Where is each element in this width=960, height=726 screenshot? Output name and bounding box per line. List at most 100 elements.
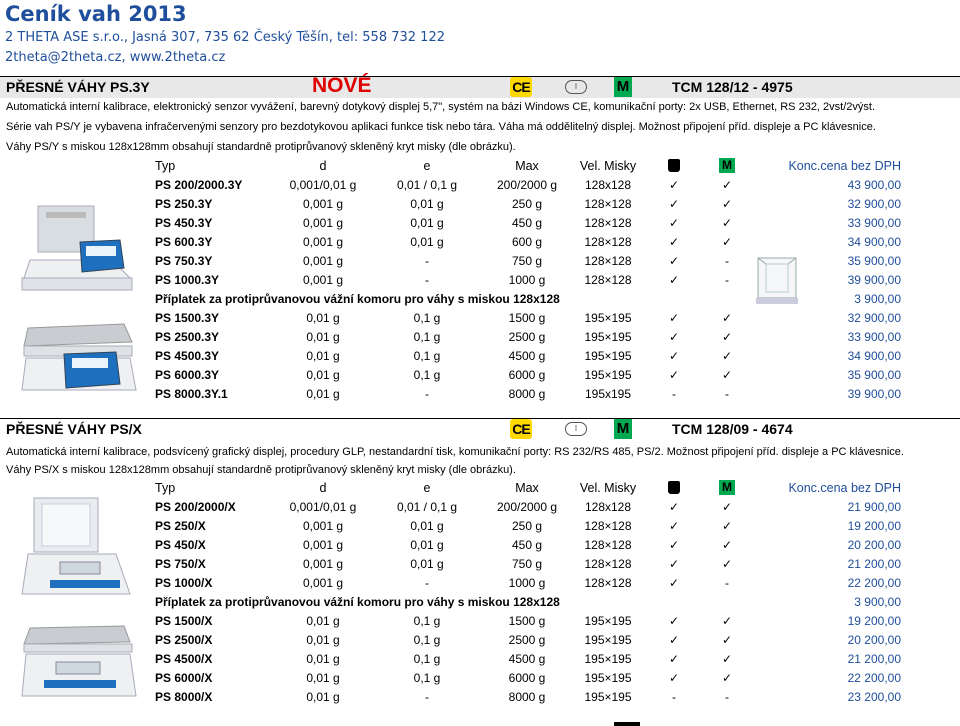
checkmark-icon: - — [672, 386, 676, 401]
cell-max: 1000 g — [508, 575, 546, 590]
cell-max: 4500 g — [508, 348, 546, 363]
surcharge-row: Příplatek za protiprůvanovou vážní komor… — [155, 289, 905, 308]
cell-vel-misky: 195×195 — [584, 367, 632, 382]
table-row: PS 250/X 0,001 g 0,01 g 250 g 128×128 ✓ ✓ 19 20… — [155, 516, 905, 535]
cell-vel-misky: 128×128 — [584, 272, 632, 287]
checkmark-icon: ✓ — [668, 253, 680, 268]
checkmark-icon: - — [672, 689, 676, 704]
table-row: PS 2500.3Y 0,01 g 0,1 g 2500 g 195×195 ✓ ✓ 33 9… — [155, 327, 905, 346]
cell-typ: PS 200/2000/X — [155, 499, 236, 514]
cell-d: 0,01 g — [306, 386, 340, 401]
cell-max: 6000 g — [508, 670, 546, 685]
cell-max: 8000 g — [508, 386, 546, 401]
cell-price: 21 200,00 — [847, 556, 901, 571]
cell-typ: PS 250/X — [155, 518, 206, 533]
cell-d: 0,001 g — [302, 537, 344, 552]
section-header-ps3y: PŘESNÉ VÁHY PS.3Y NOVÉ CE I M TCM 128/12… — [0, 74, 960, 98]
header-vel-misky: Vel. Misky — [579, 158, 637, 173]
table-row: PS 1000.3Y 0,001 g - 1000 g 128×128 ✓ - 39 900,… — [155, 270, 905, 289]
cell-d: 0,001/0,01 g — [289, 177, 357, 192]
cell-vel-misky: 128×128 — [584, 556, 632, 571]
cell-typ: PS 2500/X — [155, 632, 213, 647]
table-row: PS 1000/X 0,001 g - 1000 g 128×128 ✓ - 22 200,0… — [155, 573, 905, 592]
cell-vel-misky: 195×195 — [584, 689, 632, 704]
cell-price: 35 900,00 — [847, 367, 901, 382]
checkmark-icon: ✓ — [721, 329, 733, 344]
checkmark-icon: ✓ — [721, 651, 733, 666]
cell-typ: PS 200/2000.3Y — [155, 177, 243, 192]
table-row: PS 450.3Y 0,001 g 0,01 g 450 g 128×128 ✓ ✓ 33 9… — [155, 213, 905, 232]
description-line: Váhy PS/X s miskou 128x128mm obsahují st… — [6, 464, 516, 476]
cell-max: 200/2000 g — [496, 177, 558, 192]
cell-typ: PS 250.3Y — [155, 196, 213, 211]
table-row: PS 8000.3Y.1 0,01 g - 8000 g 195x195 - - 39 900… — [155, 384, 905, 403]
cell-vel-misky: 195×195 — [584, 670, 632, 685]
table-row: PS 4500/X 0,01 g 0,1 g 4500 g 195×195 ✓ ✓ 21 20… — [155, 649, 905, 668]
checkmark-icon: ✓ — [721, 348, 733, 363]
cell-vel-misky: 128×128 — [584, 234, 632, 249]
header-typ: Typ — [155, 158, 176, 173]
cell-e: 0,1 g — [413, 329, 441, 344]
cell-vel-misky: 195×195 — [584, 613, 632, 628]
table-row: PS 6000/X 0,01 g 0,1 g 6000 g 195×195 ✓ ✓ 22 20… — [155, 668, 905, 687]
cell-vel-misky: 195×195 — [584, 310, 632, 325]
header-max: Max — [515, 480, 539, 495]
cell-max: 600 g — [511, 234, 543, 249]
surcharge-row: Příplatek za protiprůvanovou vážní komor… — [155, 592, 905, 611]
checkmark-icon: ✓ — [721, 518, 733, 533]
header-m: M — [707, 478, 747, 497]
checkmark-icon: ✓ — [721, 196, 733, 211]
cell-vel-misky: 128×128 — [584, 575, 632, 590]
cell-price: 33 900,00 — [847, 329, 901, 344]
company-address: 2 THETA ASE s.r.o., Jasná 307, 735 62 Če… — [5, 30, 445, 45]
header-m: M — [707, 156, 747, 175]
cell-typ: PS 1000.3Y — [155, 272, 220, 287]
table-row: PS 2500/X 0,01 g 0,1 g 2500 g 195×195 ✓ ✓ 20 20… — [155, 630, 905, 649]
header-d: d — [319, 480, 327, 495]
cell-max: 250 g — [511, 518, 543, 533]
cell-max: 750 g — [511, 556, 543, 571]
balance-image-small-pan — [21, 205, 133, 291]
cell-price: 22 200,00 — [847, 575, 901, 590]
table-row: PS 450/X 0,001 g 0,01 g 450 g 128×128 ✓ ✓ 20 20… — [155, 535, 905, 554]
cell-price: 43 900,00 — [847, 177, 901, 192]
cell-d: 0,001/0,01 g — [289, 499, 357, 514]
cell-max: 450 g — [511, 537, 543, 552]
cell-vel-misky: 128×128 — [584, 196, 632, 211]
checkmark-icon: ✓ — [668, 310, 680, 325]
cell-typ: PS 4500.3Y — [155, 348, 220, 363]
cell-d: 0,001 g — [302, 234, 344, 249]
header-vel-misky: Vel. Misky — [579, 480, 637, 495]
description-line: Automatická interní kalibrace, elektroni… — [6, 101, 876, 113]
cell-vel-misky: 128×128 — [584, 518, 632, 533]
header-price: Konc.cena bez DPH — [788, 480, 901, 495]
cell-vel-misky: 128x128 — [584, 177, 632, 192]
cell-d: 0,01 g — [306, 651, 340, 666]
page-title: Ceník vah 2013 — [5, 2, 187, 26]
cell-typ: PS 600.3Y — [155, 234, 213, 249]
surcharge-label: Příplatek za protiprůvanovou vážní komor… — [155, 594, 560, 609]
balance-image-small-pan — [21, 497, 131, 595]
cell-price: 35 900,00 — [847, 253, 901, 268]
checkmark-icon: ✓ — [721, 613, 733, 628]
cell-price: 23 200,00 — [847, 689, 901, 704]
oval-mark-icon: I — [565, 422, 587, 436]
cell-typ: PS 1000/X — [155, 575, 213, 590]
cell-typ: PS 750/X — [155, 556, 206, 571]
checkmark-icon: - — [725, 386, 729, 401]
cell-typ: PS 1500.3Y — [155, 310, 220, 325]
balance-image-large-pan — [21, 625, 137, 697]
table-row: PS 1500.3Y 0,01 g 0,1 g 1500 g 195×195 ✓ ✓ 32 9… — [155, 308, 905, 327]
checkmark-icon: ✓ — [721, 632, 733, 647]
header-price: Konc.cena bez DPH — [788, 158, 901, 173]
header-max: Max — [515, 158, 539, 173]
checkmark-icon: ✓ — [668, 177, 680, 192]
cell-max: 750 g — [511, 253, 543, 268]
cell-vel-misky: 195×195 — [584, 348, 632, 363]
cell-max: 1000 g — [508, 272, 546, 287]
surcharge-price: 3 900,00 — [854, 594, 901, 609]
cell-typ: PS 2500.3Y — [155, 329, 220, 344]
cell-vel-misky: 128x128 — [584, 499, 632, 514]
cell-max: 250 g — [511, 196, 543, 211]
cell-price: 32 900,00 — [847, 196, 901, 211]
